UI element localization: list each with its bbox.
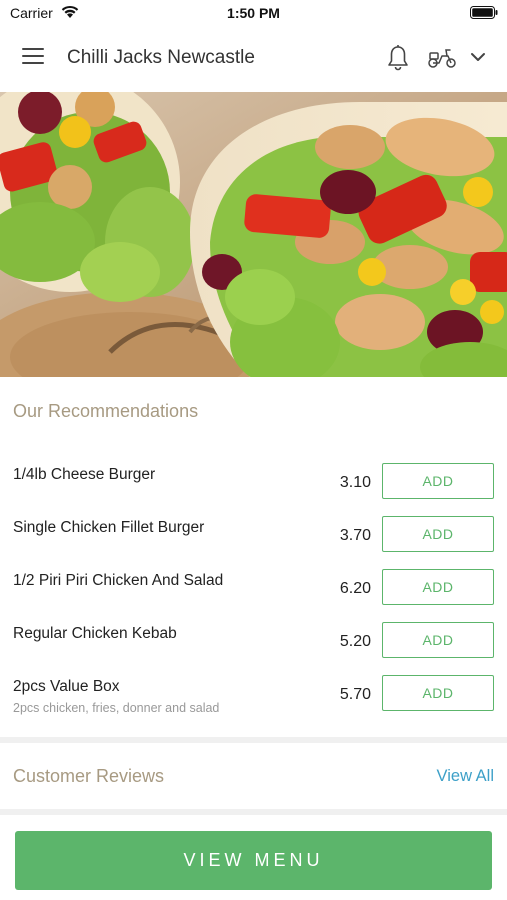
- chevron-down-icon[interactable]: [470, 51, 486, 63]
- item-name: Regular Chicken Kebab: [13, 625, 177, 642]
- menu-item: 1/2 Piri Piri Chicken And Salad 6.20 ADD: [0, 569, 507, 625]
- item-description: 2pcs chicken, fries, donner and salad: [13, 701, 220, 715]
- item-price: 5.20: [339, 633, 371, 650]
- reviews-section: Customer Reviews View All: [0, 743, 507, 809]
- menu-item: 2pcs Value Box 2pcs chicken, fries, donn…: [0, 675, 507, 731]
- bell-icon[interactable]: [386, 44, 410, 72]
- menu-icon[interactable]: [22, 48, 46, 68]
- status-bar: Carrier 1:50 PM: [0, 0, 507, 26]
- item-name: 1/4lb Cheese Burger: [13, 466, 156, 483]
- recommendations-title: Our Recommendations: [13, 401, 199, 421]
- item-price: 3.70: [339, 527, 371, 544]
- status-time: 1:50 PM: [227, 5, 280, 21]
- add-button[interactable]: ADD: [382, 569, 494, 605]
- hero-image: [0, 92, 507, 377]
- reviews-title: Customer Reviews: [13, 766, 165, 786]
- add-button[interactable]: ADD: [382, 463, 494, 499]
- app-header: Chilli Jacks Newcastle: [0, 26, 507, 92]
- add-button[interactable]: ADD: [382, 516, 494, 552]
- item-price: 6.20: [339, 580, 371, 597]
- item-name: 2pcs Value Box: [13, 678, 120, 695]
- battery-icon: [470, 6, 498, 19]
- recommendations-section: Our Recommendations 1/4lb Cheese Burger …: [0, 377, 507, 737]
- menu-item: Regular Chicken Kebab 5.20 ADD: [0, 622, 507, 678]
- item-price: 5.70: [339, 686, 371, 703]
- add-button[interactable]: ADD: [382, 622, 494, 658]
- view-menu-button[interactable]: VIEW MENU: [15, 831, 492, 890]
- footer: VIEW MENU: [0, 815, 507, 900]
- page-title: Chilli Jacks Newcastle: [67, 47, 255, 68]
- scooter-icon[interactable]: [427, 47, 457, 69]
- item-price: 3.10: [339, 474, 371, 491]
- menu-item: 1/4lb Cheese Burger 3.10 ADD: [0, 463, 507, 519]
- add-button[interactable]: ADD: [382, 675, 494, 711]
- view-all-link[interactable]: View All: [437, 767, 494, 786]
- menu-item: Single Chicken Fillet Burger 3.70 ADD: [0, 516, 507, 572]
- item-name: 1/2 Piri Piri Chicken And Salad: [13, 572, 224, 589]
- item-name: Single Chicken Fillet Burger: [13, 519, 205, 536]
